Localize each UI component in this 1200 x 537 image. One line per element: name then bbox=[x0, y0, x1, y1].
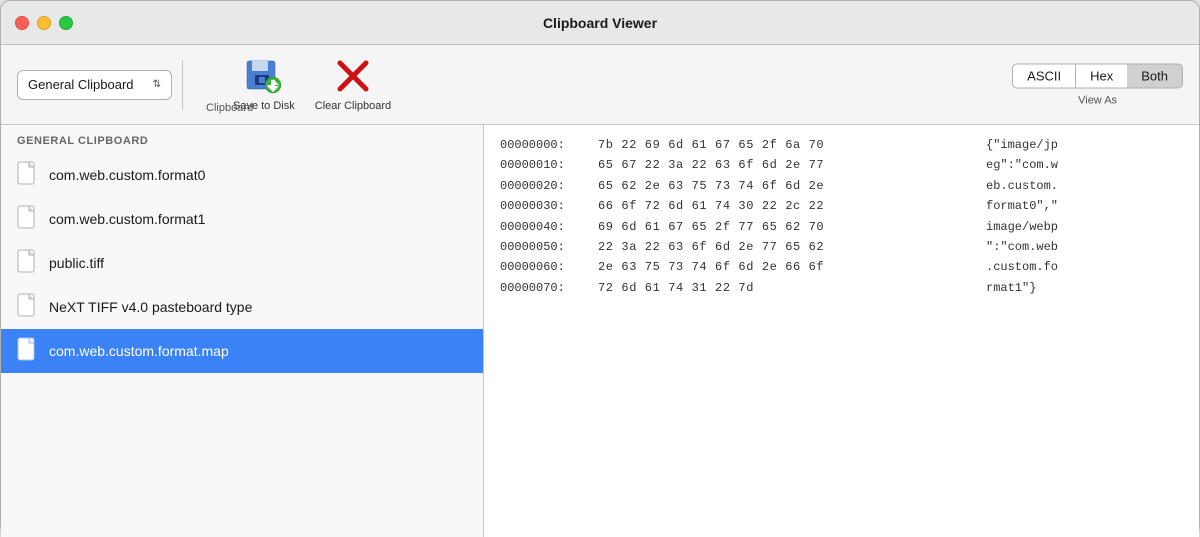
hex-bytes: 72 6d 61 74 31 22 7d bbox=[598, 278, 978, 298]
view-as-section: ASCII Hex Both View As bbox=[1012, 63, 1183, 106]
hex-address: 00000050: bbox=[500, 237, 590, 257]
clipboard-selector[interactable]: General Clipboard ⇅ bbox=[17, 70, 172, 100]
sidebar-item-format0[interactable]: com.web.custom.format0 bbox=[1, 153, 483, 197]
clear-clipboard-icon bbox=[334, 57, 372, 95]
maximize-button[interactable] bbox=[59, 16, 73, 30]
sidebar-item-next-tiff[interactable]: NeXT TIFF v4.0 pasteboard type bbox=[1, 285, 483, 329]
hex-bytes: 65 62 2e 63 75 73 74 6f 6d 2e bbox=[598, 176, 978, 196]
hex-ascii: ":"com.web bbox=[986, 237, 1058, 257]
save-to-disk-icon bbox=[245, 57, 283, 95]
minimize-button[interactable] bbox=[37, 16, 51, 30]
sidebar-item-label-format-map: com.web.custom.format.map bbox=[49, 343, 229, 359]
hex-row: 00000070: 72 6d 61 74 31 22 7d rmat1"} bbox=[500, 278, 1183, 298]
close-button[interactable] bbox=[15, 16, 29, 30]
both-view-button[interactable]: Both bbox=[1127, 63, 1183, 88]
file-icon-format-map bbox=[17, 337, 39, 365]
sidebar-item-tiff[interactable]: public.tiff bbox=[1, 241, 483, 285]
view-as-label: View As bbox=[1078, 94, 1117, 106]
hex-bytes: 66 6f 72 6d 61 74 30 22 2c 22 bbox=[598, 196, 978, 216]
hex-row: 00000050: 22 3a 22 63 6f 6d 2e 77 65 62 … bbox=[500, 237, 1183, 257]
hex-row: 00000040: 69 6d 61 67 65 2f 77 65 62 70 … bbox=[500, 217, 1183, 237]
file-icon-next-tiff bbox=[17, 293, 39, 321]
save-icon-area bbox=[245, 57, 283, 100]
ascii-view-button[interactable]: ASCII bbox=[1012, 63, 1075, 88]
hex-ascii: image/webp bbox=[986, 217, 1058, 237]
view-as-buttons: ASCII Hex Both bbox=[1012, 63, 1183, 88]
hex-ascii: .custom.fo bbox=[986, 257, 1058, 277]
hex-address: 00000030: bbox=[500, 196, 590, 216]
hex-address: 00000020: bbox=[500, 176, 590, 196]
hex-rows-container: 00000000: 7b 22 69 6d 61 67 65 2f 6a 70 … bbox=[500, 135, 1183, 298]
hex-ascii: eb.custom. bbox=[986, 176, 1058, 196]
hex-ascii: format0"," bbox=[986, 196, 1058, 216]
sidebar-item-label-format1: com.web.custom.format1 bbox=[49, 211, 205, 227]
hex-ascii: rmat1"} bbox=[986, 278, 1036, 298]
file-icon-format1 bbox=[17, 205, 39, 233]
file-icon-tiff bbox=[17, 249, 39, 277]
hex-row: 00000000: 7b 22 69 6d 61 67 65 2f 6a 70 … bbox=[500, 135, 1183, 155]
hex-bytes: 69 6d 61 67 65 2f 77 65 62 70 bbox=[598, 217, 978, 237]
hex-row: 00000030: 66 6f 72 6d 61 74 30 22 2c 22 … bbox=[500, 196, 1183, 216]
clear-clipboard-action[interactable]: Clear Clipboard bbox=[315, 57, 391, 112]
titlebar: Clipboard Viewer bbox=[1, 1, 1199, 45]
hex-content-panel[interactable]: 00000000: 7b 22 69 6d 61 67 65 2f 6a 70 … bbox=[484, 125, 1199, 537]
hex-row: 00000010: 65 67 22 3a 22 63 6f 6d 2e 77 … bbox=[500, 155, 1183, 175]
hex-ascii: {"image/jp bbox=[986, 135, 1058, 155]
window-title: Clipboard Viewer bbox=[543, 15, 657, 31]
file-icon-format0 bbox=[17, 161, 39, 189]
sidebar-item-format-map[interactable]: com.web.custom.format.map bbox=[1, 329, 483, 373]
hex-view-button[interactable]: Hex bbox=[1075, 63, 1127, 88]
hex-bytes: 2e 63 75 73 74 6f 6d 2e 66 6f bbox=[598, 257, 978, 277]
sidebar-item-label-tiff: public.tiff bbox=[49, 255, 104, 271]
hex-address: 00000040: bbox=[500, 217, 590, 237]
clipboard-selector-label: General Clipboard bbox=[28, 77, 134, 92]
clear-clipboard-label: Clear Clipboard bbox=[315, 100, 391, 112]
hex-row: 00000060: 2e 63 75 73 74 6f 6d 2e 66 6f … bbox=[500, 257, 1183, 277]
hex-bytes: 7b 22 69 6d 61 67 65 2f 6a 70 bbox=[598, 135, 978, 155]
toolbar: General Clipboard ⇅ bbox=[1, 45, 1199, 125]
toolbar-divider-1 bbox=[182, 60, 183, 110]
toolbar-actions-group: Save to Disk Clear Clipboard bbox=[233, 57, 391, 112]
chevron-up-down-icon: ⇅ bbox=[153, 79, 161, 90]
sidebar-item-format1[interactable]: com.web.custom.format1 bbox=[1, 197, 483, 241]
main-content: General Clipboard com.web.custom.format0… bbox=[1, 125, 1199, 537]
clear-icon-area bbox=[334, 57, 372, 100]
window-controls bbox=[15, 16, 73, 30]
hex-row: 00000020: 65 62 2e 63 75 73 74 6f 6d 2e … bbox=[500, 176, 1183, 196]
clipboard-section-label: Clipboard bbox=[206, 102, 253, 114]
hex-address: 00000010: bbox=[500, 155, 590, 175]
hex-address: 00000000: bbox=[500, 135, 590, 155]
hex-bytes: 65 67 22 3a 22 63 6f 6d 2e 77 bbox=[598, 155, 978, 175]
hex-bytes: 22 3a 22 63 6f 6d 2e 77 65 62 bbox=[598, 237, 978, 257]
sidebar: General Clipboard com.web.custom.format0… bbox=[1, 125, 484, 537]
hex-ascii: eg":"com.w bbox=[986, 155, 1058, 175]
hex-address: 00000070: bbox=[500, 278, 590, 298]
hex-address: 00000060: bbox=[500, 257, 590, 277]
sidebar-item-label-next-tiff: NeXT TIFF v4.0 pasteboard type bbox=[49, 299, 252, 315]
sidebar-item-label-format0: com.web.custom.format0 bbox=[49, 167, 205, 183]
sidebar-header: General Clipboard bbox=[1, 125, 483, 153]
